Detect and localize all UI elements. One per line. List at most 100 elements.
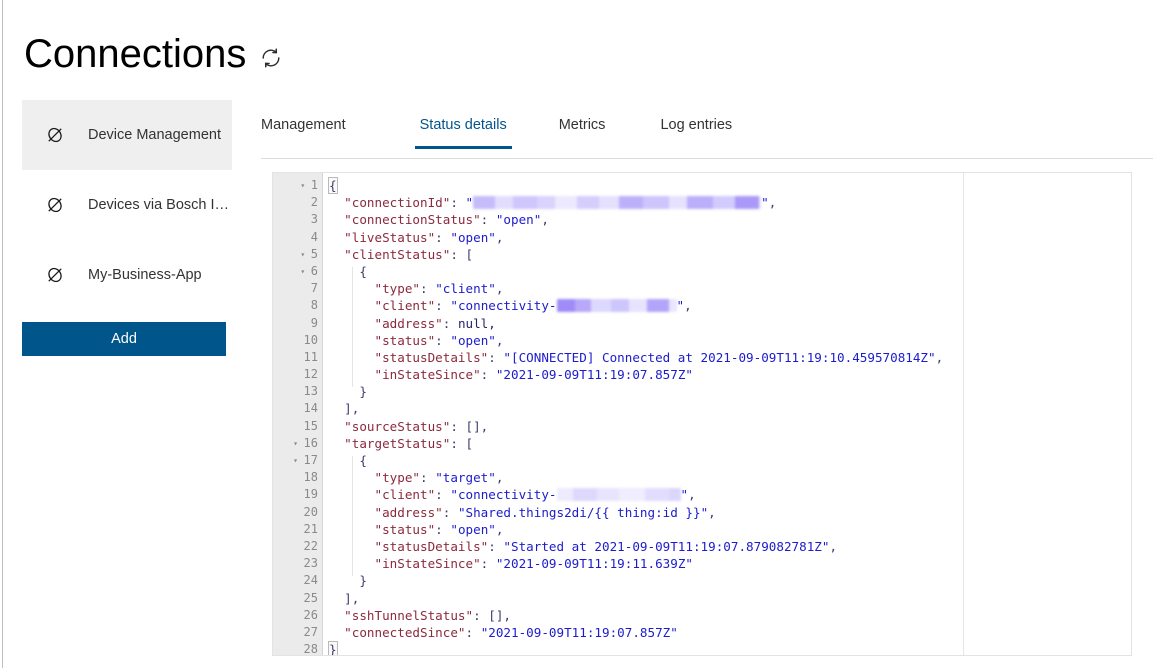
token-empty-array: [], bbox=[465, 418, 489, 434]
redacted-client-id bbox=[556, 488, 681, 502]
tab-status-details[interactable]: Status details bbox=[414, 110, 512, 149]
tab-divider bbox=[261, 158, 1153, 159]
sidebar-item-device-management[interactable]: Device Management bbox=[22, 100, 232, 170]
line-number: 16 bbox=[303, 435, 318, 450]
sidebar-item-devices-via-bosch-io[interactable]: Devices via Bosch Io... bbox=[22, 170, 232, 240]
gutter-line: 8 bbox=[273, 297, 322, 314]
gutter-line: 15 bbox=[273, 418, 322, 435]
sidebar-item-label: Devices via Bosch Io... bbox=[88, 197, 232, 213]
token-comma: , bbox=[688, 487, 696, 503]
refresh-icon[interactable] bbox=[260, 47, 282, 69]
token-string: "connectivity- bbox=[450, 298, 557, 314]
token-brace-open: { bbox=[359, 263, 367, 279]
line-number: 9 bbox=[310, 315, 318, 330]
line-number: 22 bbox=[303, 538, 318, 553]
gutter-line: 2 bbox=[273, 194, 322, 211]
sidebar-item-my-business-app[interactable]: My-Business-App bbox=[22, 240, 232, 310]
fold-arrow-icon[interactable]: ▾ bbox=[291, 435, 301, 452]
fold-arrow-icon[interactable]: ▾ bbox=[291, 452, 301, 469]
token-comma: , bbox=[541, 212, 549, 228]
token-key: "inStateSince" bbox=[374, 556, 481, 572]
token-colon: : bbox=[420, 281, 428, 297]
line-number: 26 bbox=[303, 607, 318, 622]
token-comma: , bbox=[495, 470, 504, 486]
token-key: "clientStatus" bbox=[344, 246, 451, 262]
code-line: "inStateSince": "2021-09-09T11:19:07.857… bbox=[323, 366, 1131, 383]
connection-icon bbox=[44, 124, 66, 146]
token-comma: , bbox=[495, 332, 504, 348]
gutter-line: 27 bbox=[273, 624, 322, 641]
token-colon: : bbox=[450, 418, 458, 434]
editor-code-area[interactable]: { "connectionId": " ", "connectionStatus"… bbox=[323, 173, 1131, 655]
code-line: ], bbox=[323, 400, 1131, 417]
code-line: "client": "connectivity- ", bbox=[323, 486, 1131, 503]
tab-metrics[interactable]: Metrics bbox=[559, 110, 606, 149]
token-colon: : bbox=[450, 246, 458, 262]
line-number: 18 bbox=[303, 470, 318, 485]
token-key: "client" bbox=[374, 298, 436, 314]
tab-management[interactable]: Management bbox=[261, 110, 346, 149]
token-key: "sshTunnelStatus" bbox=[344, 607, 474, 623]
page-title: Connections bbox=[24, 32, 247, 76]
token-string: "2021-09-09T11:19:11.639Z" bbox=[495, 556, 693, 572]
code-line: "status": "open", bbox=[323, 332, 1131, 349]
token-comma: , bbox=[829, 538, 838, 554]
line-number: 23 bbox=[303, 556, 318, 571]
gutter-line: 25 bbox=[273, 590, 322, 607]
token-quote: " bbox=[680, 487, 689, 503]
code-line: { bbox=[323, 263, 1131, 280]
editor-gutter[interactable]: ▾ 1 2 3 4 ▾ 5 ▾ 6 7 8 9 10 11 12 13 14 15 ▾… bbox=[273, 173, 323, 655]
gutter-line: 3 bbox=[273, 211, 322, 228]
fold-arrow-icon[interactable]: ▾ bbox=[298, 246, 308, 263]
fold-arrow-icon[interactable]: ▾ bbox=[298, 177, 308, 194]
token-comma: , bbox=[684, 298, 692, 314]
tab-log-entries[interactable]: Log entries bbox=[660, 110, 732, 149]
token-colon: : bbox=[435, 332, 443, 348]
code-line: "client": "connectivity- ", bbox=[323, 297, 1131, 314]
gutter-line: 14 bbox=[273, 400, 322, 417]
gutter-line: 28 bbox=[273, 641, 322, 655]
line-number: 27 bbox=[303, 624, 318, 639]
add-button[interactable]: Add bbox=[22, 322, 226, 356]
token-brace-close: } bbox=[359, 573, 367, 589]
gutter-line: 23 bbox=[273, 555, 322, 572]
token-key: "type" bbox=[374, 470, 421, 486]
line-number: 12 bbox=[303, 367, 318, 382]
json-code-editor[interactable]: ▾ 1 2 3 4 ▾ 5 ▾ 6 7 8 9 10 11 12 13 14 15 ▾… bbox=[272, 172, 1132, 656]
code-line: "statusDetails": "Started at 2021-09-09T… bbox=[323, 538, 1131, 555]
token-key: "connectionStatus" bbox=[344, 212, 481, 228]
gutter-line: 13 bbox=[273, 383, 322, 400]
token-string: "Started at 2021-09-09T11:19:07.87908278… bbox=[503, 538, 830, 554]
token-quote: " bbox=[465, 195, 474, 211]
token-colon: : bbox=[450, 195, 458, 211]
gutter-line: 4 bbox=[273, 229, 322, 246]
token-comma: , bbox=[708, 504, 716, 520]
redacted-client-id bbox=[556, 299, 677, 313]
token-colon: : bbox=[480, 556, 489, 572]
token-key: "connectedSince" bbox=[344, 624, 466, 640]
line-number: 15 bbox=[303, 418, 318, 433]
token-string: "open" bbox=[450, 229, 496, 245]
line-number: 10 bbox=[303, 332, 318, 347]
code-line: "statusDetails": "[CONNECTED] Connected … bbox=[323, 349, 1131, 366]
fold-arrow-icon[interactable]: ▾ bbox=[298, 263, 308, 280]
code-line: "status": "open", bbox=[323, 521, 1131, 538]
line-number: 13 bbox=[303, 384, 318, 399]
code-line: "sourceStatus": [], bbox=[323, 418, 1131, 435]
token-brace-close: } bbox=[328, 641, 338, 655]
gutter-line: 19 bbox=[273, 486, 322, 503]
line-number: 1 bbox=[310, 178, 318, 192]
token-key: "client" bbox=[374, 487, 436, 503]
token-key: "sourceStatus" bbox=[344, 418, 451, 434]
token-comma: , bbox=[495, 229, 504, 245]
token-string: "connectivity- bbox=[450, 487, 557, 503]
line-number: 4 bbox=[310, 229, 318, 244]
line-number: 21 bbox=[303, 521, 318, 536]
token-colon: : bbox=[488, 538, 496, 554]
code-line: "sshTunnelStatus": [], bbox=[323, 607, 1131, 624]
line-number: 20 bbox=[303, 504, 318, 519]
code-line: } bbox=[323, 383, 1131, 400]
line-number: 3 bbox=[310, 212, 318, 227]
token-key: "statusDetails" bbox=[374, 538, 489, 554]
token-colon: : bbox=[435, 521, 443, 537]
